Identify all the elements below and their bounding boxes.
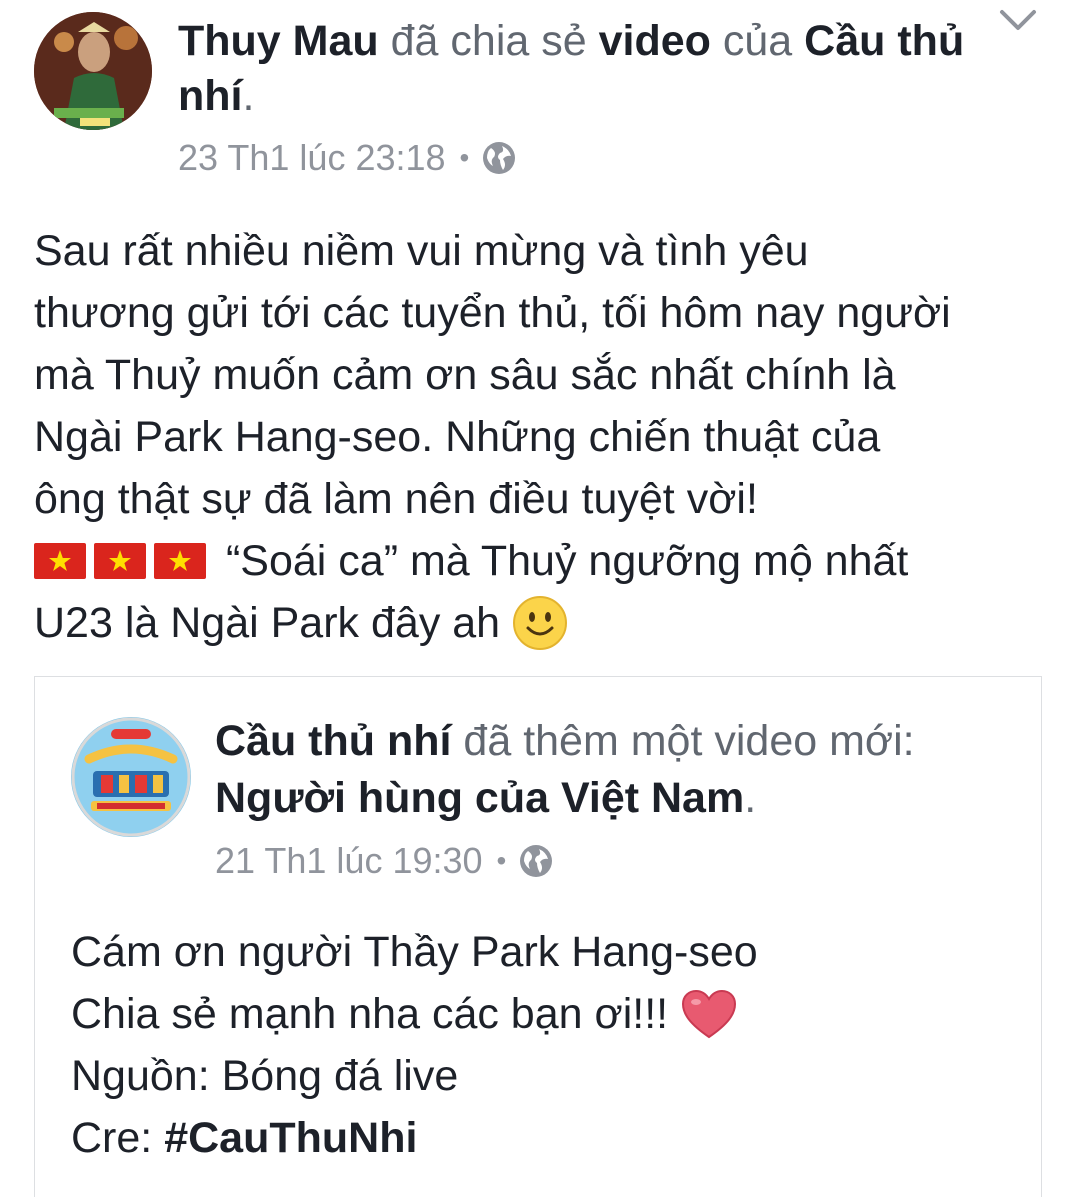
vietnam-flag-icon bbox=[94, 543, 146, 579]
shared-post-card[interactable]: Cầu thủ nhí đã thêm một video mới: Người… bbox=[34, 676, 1042, 1197]
of-text: của bbox=[722, 17, 793, 65]
meta-separator: • bbox=[496, 845, 507, 876]
author-photo bbox=[34, 12, 152, 130]
post-meta: 23 Th1 lúc 23:18 • bbox=[178, 136, 517, 180]
body-line: ông thật sự đã làm nên điều tuyệt vời! bbox=[34, 475, 758, 523]
header-period: . bbox=[242, 72, 255, 120]
shared-object-link[interactable]: video bbox=[599, 17, 711, 65]
page-logo bbox=[71, 717, 191, 837]
globe-icon[interactable] bbox=[481, 140, 517, 176]
author-name-link[interactable]: Thuy Mau bbox=[178, 17, 379, 65]
shared-page-avatar[interactable] bbox=[71, 717, 191, 837]
shared-body-line: Chia sẻ mạnh nha các bạn ơi!!! bbox=[71, 983, 1031, 1045]
body-line: Ngài Park Hang-seo. Những chiến thuật củ… bbox=[34, 413, 881, 461]
shared-post-meta: 21 Th1 lúc 19:30 • bbox=[215, 839, 554, 883]
shared-page-name-link[interactable]: Cầu thủ nhí bbox=[215, 717, 451, 765]
shared-body-line: Cám ơn người Thầy Park Hang-seo bbox=[71, 928, 758, 976]
body-line: Sau rất nhiều niềm vui mừng và tình yêu bbox=[34, 227, 809, 275]
globe-icon[interactable] bbox=[518, 843, 554, 879]
shared-body-line-text: Chia sẻ mạnh nha các bạn ơi!!! bbox=[71, 990, 669, 1038]
shared-post-header: Cầu thủ nhí đã thêm một video mới: Người… bbox=[215, 713, 1015, 827]
meta-separator: • bbox=[459, 142, 470, 173]
flag-line-text: “Soái ca” mà Thuỷ ngưỡng mộ nhất bbox=[225, 537, 909, 585]
shared-body-line: Nguồn: Bóng đá live bbox=[71, 1052, 459, 1100]
last-line: U23 là Ngài Park đây ah bbox=[34, 592, 1044, 654]
vietnam-flag-icon bbox=[34, 543, 86, 579]
shared-action-text: đã thêm một video mới: bbox=[463, 717, 915, 765]
shared-header-period: . bbox=[744, 774, 757, 822]
action-text: đã chia sẻ bbox=[390, 17, 587, 65]
body-line: mà Thuỷ muốn cảm ơn sâu sắc nhất chính l… bbox=[34, 351, 896, 399]
chevron-down-icon[interactable] bbox=[996, 6, 1040, 36]
post-timestamp-link[interactable]: 23 Th1 lúc 23:18 bbox=[178, 136, 446, 180]
shared-body-line: Cre: #CauThuNhi bbox=[71, 1107, 1031, 1169]
vietnam-flag-icon bbox=[154, 543, 206, 579]
post-body: Sau rất nhiều niềm vui mừng và tình yêu … bbox=[34, 220, 1044, 654]
body-line: thương gửi tới các tuyển thủ, tối hôm na… bbox=[34, 289, 951, 337]
heart-emoji-icon bbox=[682, 989, 737, 1039]
shared-post-body: Cám ơn người Thầy Park Hang-seo Chia sẻ … bbox=[71, 921, 1031, 1169]
post-header: Thuy Mau đã chia sẻ video của Cầu thủ nh… bbox=[0, 0, 1076, 200]
smiley-emoji-icon bbox=[513, 596, 568, 650]
last-line-text: U23 là Ngài Park đây ah bbox=[34, 599, 501, 647]
post-header-text: Thuy Mau đã chia sẻ video của Cầu thủ nh… bbox=[178, 14, 968, 124]
cre-label: Cre: bbox=[71, 1114, 153, 1162]
author-avatar[interactable] bbox=[34, 12, 152, 130]
shared-timestamp-link[interactable]: 21 Th1 lúc 19:30 bbox=[215, 839, 483, 883]
hashtag-link[interactable]: #CauThuNhi bbox=[164, 1114, 417, 1162]
video-title-link[interactable]: Người hùng của Việt Nam bbox=[215, 774, 744, 822]
flag-line: “Soái ca” mà Thuỷ ngưỡng mộ nhất bbox=[34, 530, 1044, 592]
